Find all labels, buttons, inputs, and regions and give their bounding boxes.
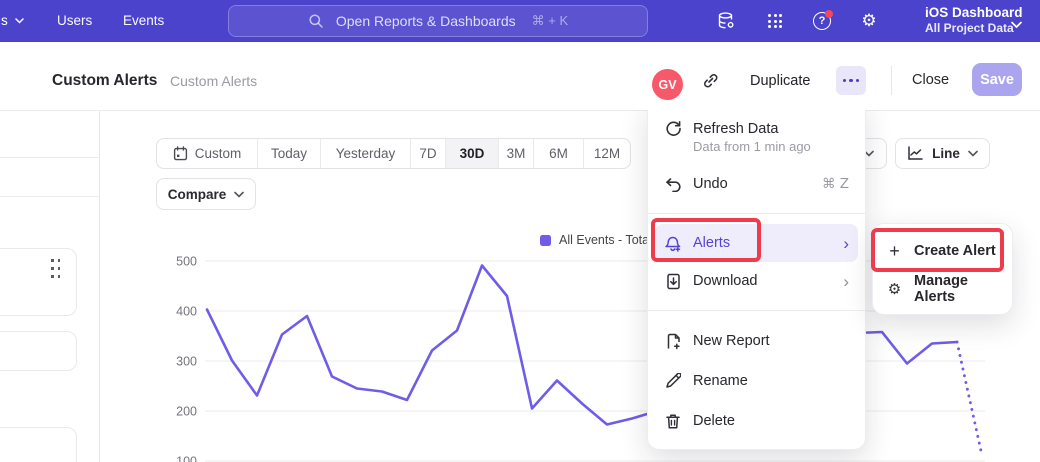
page-title: Custom Alerts bbox=[52, 72, 157, 90]
menu-item-undo[interactable]: Undo ⌘ Z bbox=[648, 165, 865, 203]
chart-type-button[interactable]: Line bbox=[895, 138, 990, 169]
range-30d[interactable]: 30D bbox=[446, 139, 499, 168]
copy-link-icon[interactable] bbox=[702, 72, 719, 94]
chevron-down-icon[interactable] bbox=[1011, 16, 1022, 34]
sidebar-card[interactable] bbox=[0, 331, 77, 371]
calendar-icon bbox=[173, 146, 188, 161]
menu-separator bbox=[648, 310, 865, 311]
gear-icon: ⚙ bbox=[886, 282, 903, 297]
data-management-icon[interactable] bbox=[715, 10, 737, 32]
date-range-control: CustomTodayYesterday7D30D3M6M12M bbox=[156, 138, 631, 169]
search-shortcut: ⌘ + K bbox=[532, 13, 569, 29]
search-icon bbox=[308, 13, 324, 29]
range-custom[interactable]: Custom bbox=[157, 139, 258, 168]
range-today[interactable]: Today bbox=[258, 139, 321, 168]
svg-text:200: 200 bbox=[176, 405, 197, 419]
menu-item-alerts[interactable]: Alerts › bbox=[655, 224, 858, 262]
header-bottom-border bbox=[0, 110, 1040, 111]
line-chart-icon bbox=[907, 146, 924, 161]
range-12m[interactable]: 12M bbox=[584, 139, 630, 168]
sidebar-card[interactable] bbox=[0, 248, 77, 316]
legend-swatch bbox=[540, 235, 551, 246]
bell-plus-icon bbox=[664, 235, 682, 252]
submenu-item-create-alert[interactable]: + Create Alert bbox=[873, 232, 1012, 270]
avatar[interactable]: GV bbox=[652, 69, 683, 100]
submenu-arrow-icon: › bbox=[843, 235, 849, 252]
drag-handle-icon[interactable] bbox=[51, 259, 60, 278]
refresh-data-subtitle: Data from 1 min ago bbox=[693, 139, 849, 154]
new-report-icon bbox=[664, 333, 682, 350]
project-name: iOS Dashboard bbox=[925, 5, 1023, 20]
help-icon[interactable]: ? bbox=[811, 10, 833, 32]
menu-item-rename[interactable]: Rename bbox=[648, 361, 865, 401]
compare-button[interactable]: Compare bbox=[156, 178, 256, 210]
svg-text:400: 400 bbox=[176, 305, 197, 319]
refresh-icon bbox=[664, 120, 682, 137]
global-search[interactable]: Open Reports & Dashboards ⌘ + K bbox=[228, 5, 648, 37]
apps-grid-icon[interactable] bbox=[764, 10, 786, 32]
sidebar-divider bbox=[99, 110, 100, 462]
sidebar-separator bbox=[0, 196, 99, 197]
chevron-down-icon bbox=[234, 191, 244, 198]
menu-item-delete[interactable]: Delete bbox=[648, 401, 865, 441]
submenu-item-manage-alerts[interactable]: ⚙ Manage Alerts bbox=[873, 270, 1012, 308]
submenu-arrow-icon: › bbox=[843, 273, 849, 290]
project-scope: All Project Data bbox=[925, 21, 1023, 35]
range-yesterday[interactable]: Yesterday bbox=[321, 139, 411, 168]
range-3m[interactable]: 3M bbox=[499, 139, 534, 168]
save-button[interactable]: Save bbox=[972, 63, 1022, 96]
range-6m[interactable]: 6M bbox=[534, 139, 584, 168]
top-nav: s Users Events Open Reports & Dashboards… bbox=[0, 0, 1040, 42]
header-divider bbox=[891, 66, 892, 95]
menu-item-new-report[interactable]: New Report bbox=[648, 321, 865, 361]
more-options-menu: Refresh Data Data from 1 min ago Undo ⌘ … bbox=[647, 98, 866, 450]
duplicate-button[interactable]: Duplicate bbox=[750, 73, 810, 89]
alerts-submenu: + Create Alert ⚙ Manage Alerts bbox=[872, 223, 1013, 315]
trash-icon bbox=[664, 413, 682, 430]
nav-item-events[interactable]: Events bbox=[123, 13, 164, 28]
range-7d[interactable]: 7D bbox=[411, 139, 446, 168]
chart-legend: All Events - Total bbox=[540, 233, 652, 247]
menu-separator bbox=[648, 213, 865, 214]
notification-dot bbox=[825, 10, 833, 18]
pencil-icon bbox=[664, 373, 682, 389]
svg-text:100: 100 bbox=[176, 455, 197, 462]
svg-text:300: 300 bbox=[176, 355, 197, 369]
search-placeholder: Open Reports & Dashboards bbox=[336, 13, 516, 29]
more-options-button[interactable] bbox=[836, 66, 866, 95]
chevron-down-icon bbox=[968, 150, 978, 157]
settings-gear-icon[interactable]: ⚙ bbox=[858, 10, 880, 32]
plus-icon: + bbox=[886, 242, 903, 260]
legend-label: All Events - Total bbox=[559, 233, 652, 247]
chevron-down-icon bbox=[15, 18, 24, 24]
undo-shortcut: ⌘ Z bbox=[822, 176, 849, 192]
download-file-icon bbox=[664, 273, 682, 290]
menu-item-download[interactable]: Download › bbox=[648, 262, 865, 300]
nav-item-truncated[interactable]: s bbox=[1, 13, 24, 28]
app-window: 500 400 300 200 100 All Events - Total Custo… bbox=[0, 0, 1040, 462]
svg-text:500: 500 bbox=[176, 255, 197, 269]
menu-item-refresh-data[interactable]: Refresh Data Data from 1 min ago bbox=[648, 109, 865, 165]
breadcrumb: Custom Alerts bbox=[170, 73, 257, 89]
nav-item-users[interactable]: Users bbox=[57, 13, 92, 28]
close-button[interactable]: Close bbox=[912, 72, 949, 88]
sidebar-card[interactable] bbox=[0, 427, 77, 462]
project-switcher[interactable]: iOS Dashboard All Project Data bbox=[925, 5, 1023, 35]
sidebar-separator bbox=[0, 157, 99, 158]
undo-icon bbox=[664, 177, 682, 192]
